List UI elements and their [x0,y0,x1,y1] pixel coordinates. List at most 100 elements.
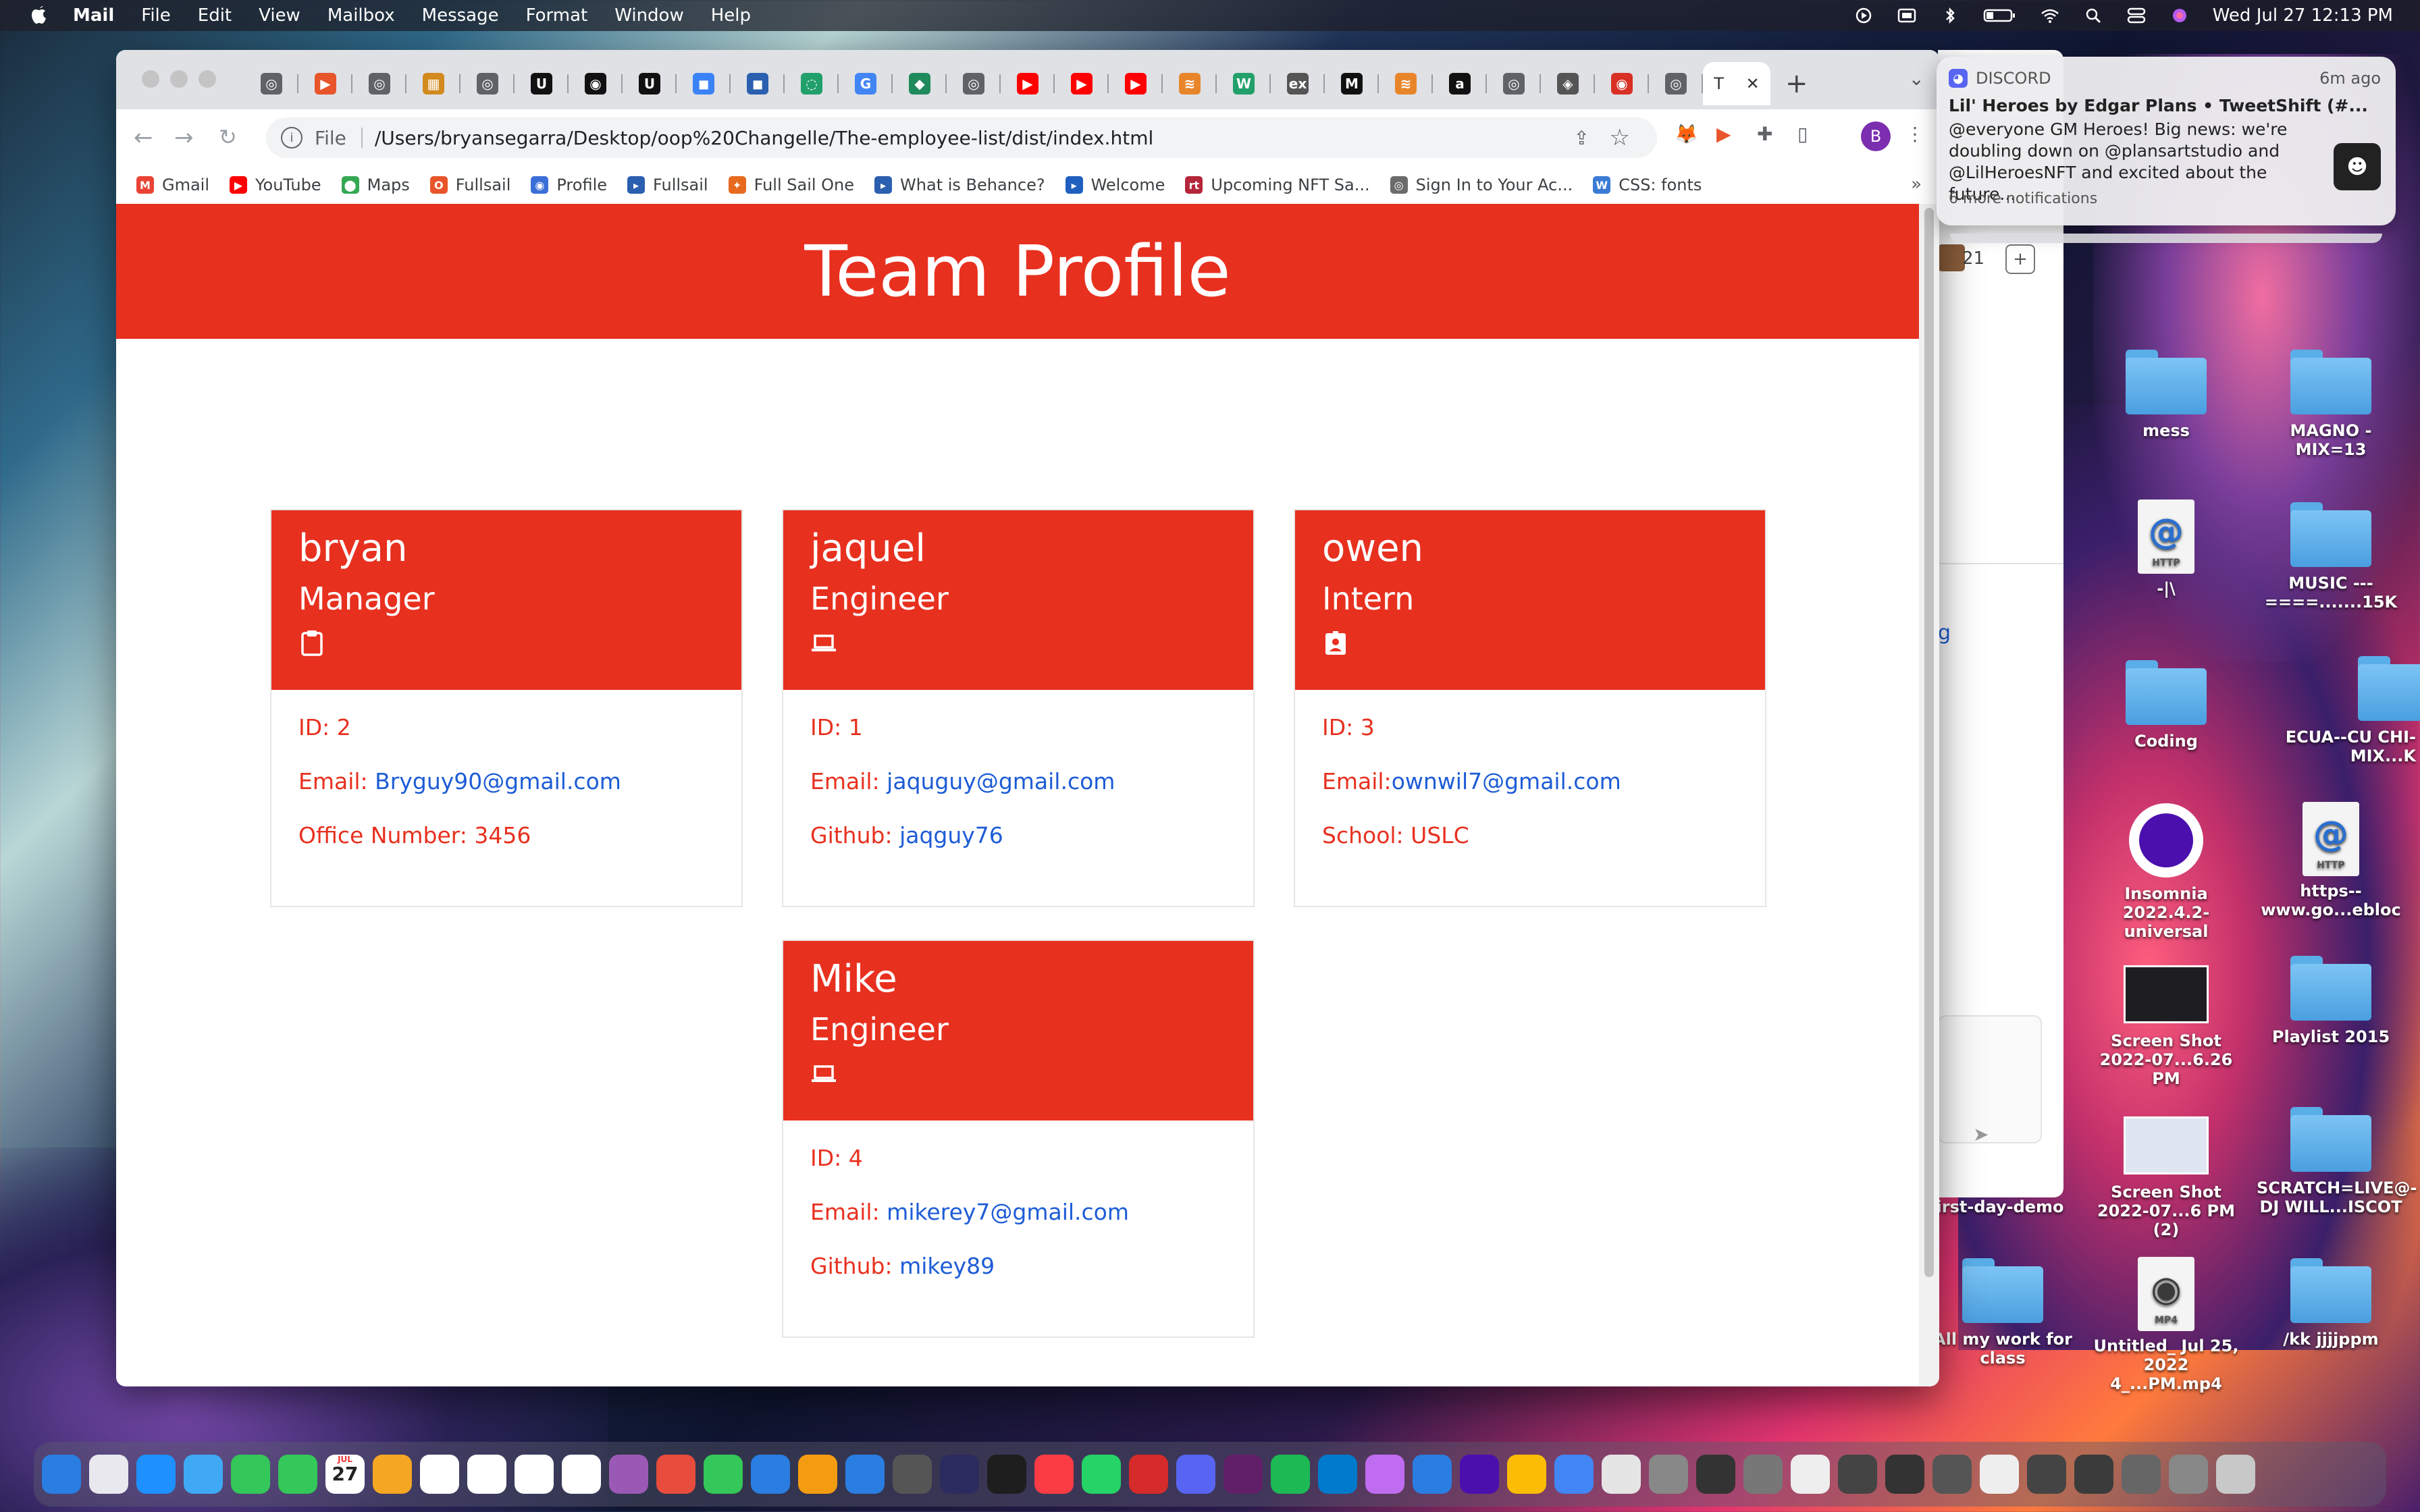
bookmark-item[interactable]: ⬤ Maps [341,176,410,194]
more-menu-icon[interactable]: ⋮ [1905,123,1924,145]
spotlight-search-icon[interactable] [2083,7,2103,24]
dock-app-icon[interactable] [609,1455,648,1494]
browser-tab[interactable]: ▶ [1055,62,1109,105]
display-icon[interactable] [1897,7,1917,24]
bookmark-item[interactable]: ▶ YouTube [230,176,321,194]
forward-icon[interactable]: → [174,124,194,151]
menu-edit[interactable]: Edit [198,5,232,26]
add-user-icon[interactable]: + [2005,244,2035,274]
extensions-puzzle-icon[interactable]: ✚ [1757,123,1772,145]
dock-app-icon[interactable] [562,1455,601,1494]
zoom-window-icon[interactable] [199,70,216,88]
browser-tab[interactable]: ◼ [731,62,785,105]
dock-app-icon[interactable] [1791,1455,1830,1494]
dock-app-icon[interactable] [89,1455,128,1494]
browser-tab[interactable]: ▦ [406,62,461,105]
bookmark-item[interactable]: ◉ Profile [531,176,607,194]
dock-app-icon[interactable] [1271,1455,1310,1494]
desktop-folder[interactable]: MUSIC --- ====.......15K [2257,502,2405,612]
dock-app-icon[interactable] [2169,1455,2208,1494]
menu-file[interactable]: File [141,5,171,26]
desktop-folder[interactable]: mess [2092,350,2240,440]
metamask-extension-icon[interactable]: 🦊 [1675,123,1698,145]
siri-icon[interactable] [2169,7,2190,24]
browser-tab[interactable]: ◎ [947,62,1001,105]
dock-app-icon[interactable] [751,1455,790,1494]
desktop-folder[interactable]: All my work for class [1928,1258,2077,1368]
share-icon[interactable]: ⇪ [1574,127,1589,149]
dock-app-icon[interactable] [798,1455,837,1494]
browser-tab[interactable]: a [1433,62,1487,105]
dock-app-icon[interactable] [1082,1455,1121,1494]
info-icon[interactable]: i [281,127,302,148]
extension-icon[interactable]: ▶ [1716,123,1731,145]
bookmark-item[interactable]: O Fullsail [429,176,510,194]
dock-app-icon[interactable] [845,1455,885,1494]
link-fragment[interactable]: g [1938,621,1951,645]
reload-icon[interactable]: ↻ [219,124,237,150]
dock-app-icon[interactable] [1507,1455,1546,1494]
dock-app-icon[interactable] [893,1455,932,1494]
bluetooth-icon[interactable] [1940,7,1960,24]
dock-app-icon[interactable] [1885,1455,1924,1494]
dock-app-icon[interactable] [1649,1455,1688,1494]
dock-app-icon[interactable] [373,1455,412,1494]
dock-app-icon[interactable] [1602,1455,1641,1494]
dock-app-icon[interactable] [1034,1455,1074,1494]
browser-tab[interactable]: ◎ [1649,62,1703,105]
close-tab-icon[interactable]: ✕ [1746,74,1760,93]
address-url[interactable]: /Users/bryansegarra/Desktop/oop%20Change… [375,127,1153,149]
bookmark-item[interactable]: M Gmail [136,176,209,194]
bookmark-item[interactable]: ▸ Fullsail [627,176,708,194]
dock-app-icon[interactable] [467,1455,506,1494]
bookmark-item[interactable]: ▸ What is Behance? [874,176,1045,194]
menubar-clock[interactable]: Wed Jul 27 12:13 PM [2213,5,2393,26]
scrollbar-thumb[interactable] [1924,208,1934,1277]
browser-tab[interactable]: ◉ [569,62,623,105]
browser-tab[interactable]: ≋ [1163,62,1217,105]
desktop-webloc[interactable]: @ HTTP -|\ [2092,500,2240,598]
play-status-icon[interactable] [1853,7,1874,24]
bookmark-item[interactable]: rt Upcoming NFT Sa... [1185,176,1370,194]
send-icon[interactable]: ➤ [1973,1123,1989,1145]
menu-view[interactable]: View [259,5,300,26]
desktop-folder[interactable]: ECUA--CU CHI-MIX...K [2257,656,2420,765]
page-scrollbar[interactable] [1919,204,1939,1386]
bookmarks-overflow-icon[interactable]: » [1911,174,1922,194]
browser-tab[interactable]: U [515,62,569,105]
close-window-icon[interactable] [142,70,159,88]
message-input[interactable] [1938,1015,2042,1143]
browser-tab[interactable]: ▶ [1001,62,1055,105]
desktop-folder[interactable]: MAGNO -MIX=13 [2257,350,2405,459]
desktop-webloc[interactable]: @ HTTP https-- www.go...ebloc [2257,802,2405,919]
active-tab[interactable]: T ✕ [1703,62,1770,105]
desktop-video-file[interactable]: ◉ MP4 Untitled_ Jul 25, 2022 4_...PM.mp4 [2092,1257,2240,1393]
apple-menu-icon[interactable] [26,2,53,29]
notification-more[interactable]: 6 more notifications [1949,190,2097,207]
dock-app-icon[interactable] [2074,1455,2113,1494]
github-link[interactable]: jaqguy76 [899,822,1003,848]
desktop-text-label[interactable]: first-day-demo [1930,1197,2065,1216]
dock-app-icon[interactable] [656,1455,695,1494]
desktop-folder[interactable]: /kk jjjjppm [2257,1258,2405,1349]
menu-message[interactable]: Message [422,5,499,26]
back-icon[interactable]: ← [134,124,153,151]
battery-icon[interactable] [1983,7,2017,24]
desktop-folder[interactable]: SCRATCH=LIVE@- DJ WILL...ISCOT [2257,1107,2417,1216]
dock-app-icon[interactable] [1129,1455,1168,1494]
bookmark-item[interactable]: ✦ Full Sail One [728,176,854,194]
dock-app-icon[interactable] [278,1455,317,1494]
dock-app-icon[interactable] [1932,1455,1972,1494]
desktop-screenshot[interactable]: Screen Shot 2022-07...6 PM (2) [2092,1116,2240,1239]
browser-tab[interactable]: ▶ [298,62,352,105]
browser-tab[interactable]: ◎ [244,62,298,105]
browser-tab[interactable]: W [1217,62,1271,105]
email-link[interactable]: Bryguy90@gmail.com [375,768,621,794]
profile-avatar[interactable]: B [1861,122,1891,151]
dock-app-icon[interactable] [1413,1455,1452,1494]
email-link[interactable]: ownwil7@gmail.com [1392,768,1621,794]
browser-tab[interactable]: ◼ [677,62,731,105]
desktop-screenshot[interactable]: Screen Shot 2022-07...6.26 PM [2092,965,2240,1088]
dock-app-icon[interactable] [2122,1455,2161,1494]
dock-app-icon[interactable] [231,1455,270,1494]
